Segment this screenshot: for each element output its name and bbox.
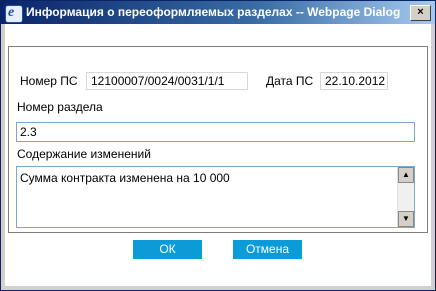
ps-number-value: 12100007/0024/0031/1/1 [86,72,248,90]
section-number-label: Номер раздела [17,100,103,114]
ok-button[interactable]: ОК [133,240,202,259]
changes-textarea[interactable]: Сумма контракта изменена на 10 000 ▲ ▼ [16,166,415,228]
window-title: Информация о переоформляемых разделах --… [26,5,401,19]
scroll-up-icon[interactable]: ▲ [398,167,414,183]
changes-label: Содержание изменений [17,147,151,161]
close-button[interactable]: × [410,5,431,21]
textarea-scrollbar[interactable]: ▲ ▼ [397,167,414,227]
changes-text: Сумма контракта изменена на 10 000 [20,171,230,185]
scroll-down-icon[interactable]: ▼ [398,211,414,227]
ps-date-label: Дата ПС [266,74,314,88]
ps-number-label: Номер ПС [20,74,78,88]
cancel-button[interactable]: Отмена [233,240,302,259]
section-number-input[interactable]: 2.3 [16,122,415,142]
title-bar[interactable]: e Информация о переоформляемых разделах … [1,1,435,24]
ps-date-value: 22.10.2012 [320,72,388,90]
ie-icon: e [5,5,23,23]
